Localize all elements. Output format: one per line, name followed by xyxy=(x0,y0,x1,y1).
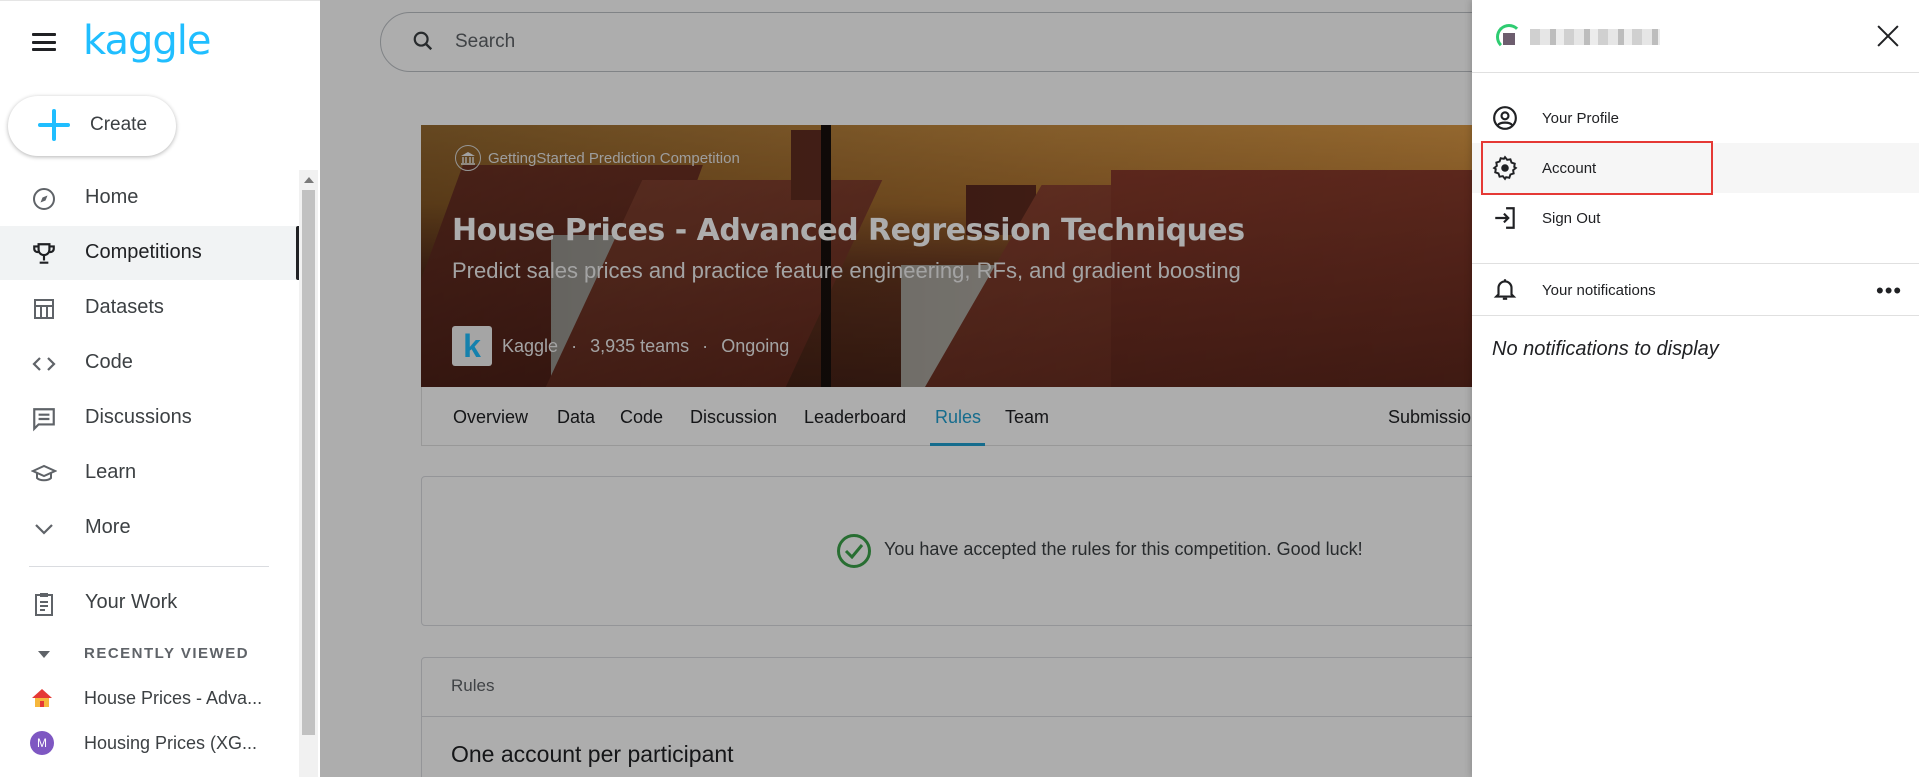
recently-viewed-heading: RECENTLY VIEWED xyxy=(84,645,250,662)
account-highlight-box xyxy=(1481,141,1713,195)
recent-item-label: Housing Prices (XG... xyxy=(84,733,258,753)
code-brackets-icon xyxy=(30,350,58,378)
graduation-cap-icon xyxy=(30,460,58,488)
sidebar-item-learn[interactable]: Learn xyxy=(0,446,300,500)
drawer-divider xyxy=(1472,315,1919,316)
menu-item-label: Sign Out xyxy=(1542,210,1601,227)
notifications-label: Your notifications xyxy=(1542,282,1656,299)
close-icon[interactable] xyxy=(1876,24,1900,48)
sidebar-item-label: Home xyxy=(85,186,139,208)
scroll-up-arrow-icon[interactable] xyxy=(304,177,314,183)
trophy-icon xyxy=(30,240,58,268)
sidebar-scroll-thumb[interactable] xyxy=(302,190,315,735)
menu-item-label: Your Profile xyxy=(1542,110,1619,127)
empty-notifications-text: No notifications to display xyxy=(1492,338,1719,360)
create-button[interactable]: Create xyxy=(8,96,176,156)
menu-item-your-profile[interactable]: Your Profile xyxy=(1472,93,1919,143)
user-circle-icon xyxy=(1492,105,1518,131)
recent-item-house-prices[interactable]: House Prices - Adva... xyxy=(0,678,300,718)
chevron-down-icon xyxy=(30,515,58,543)
hamburger-menu-icon[interactable] xyxy=(32,33,56,51)
sign-out-icon xyxy=(1492,205,1518,231)
sidebar-divider xyxy=(29,566,269,567)
clipboard-icon xyxy=(30,590,58,618)
modal-backdrop[interactable] xyxy=(320,0,1472,777)
user-avatar[interactable] xyxy=(1496,24,1522,50)
drawer-divider xyxy=(1472,263,1919,264)
compass-icon xyxy=(30,185,58,213)
sidebar-item-label: Datasets xyxy=(85,296,164,318)
sidebar-item-datasets[interactable]: Datasets xyxy=(0,281,300,335)
sidebar-item-label: Learn xyxy=(85,461,137,483)
left-sidebar: kaggle Create Home Competitions Datasets… xyxy=(0,0,320,777)
drawer-header xyxy=(1472,0,1919,73)
plus-icon xyxy=(38,109,70,141)
sidebar-item-label: More xyxy=(85,516,131,538)
kaggle-logo[interactable]: kaggle xyxy=(83,18,211,64)
chat-icon xyxy=(30,405,58,433)
more-options-icon[interactable]: ••• xyxy=(1876,280,1902,302)
sidebar-item-code[interactable]: Code xyxy=(0,336,300,390)
sidebar-item-more[interactable]: More xyxy=(0,501,300,555)
table-icon xyxy=(30,295,58,323)
sidebar-item-discussions[interactable]: Discussions xyxy=(0,391,300,445)
sidebar-item-label: Your Work xyxy=(85,591,178,613)
sidebar-item-your-work[interactable]: Your Work xyxy=(0,576,300,630)
sidebar-item-label: Code xyxy=(85,351,133,373)
recent-item-label: House Prices - Adva... xyxy=(84,688,263,708)
menu-item-sign-out[interactable]: Sign Out xyxy=(1472,193,1919,243)
caret-down-icon[interactable] xyxy=(38,651,50,658)
sidebar-item-competitions[interactable]: Competitions xyxy=(0,226,300,280)
user-name-redacted xyxy=(1530,29,1660,45)
bell-icon xyxy=(1492,276,1518,302)
create-label: Create xyxy=(90,114,148,135)
sidebar-item-label: Competitions xyxy=(85,241,202,263)
house-thumbnail-icon xyxy=(30,686,54,710)
sidebar-top-border xyxy=(0,0,320,5)
sidebar-item-home[interactable]: Home xyxy=(0,171,300,225)
recent-item-housing-prices[interactable]: M Housing Prices (XG... xyxy=(0,723,300,763)
avatar-m-icon: M xyxy=(30,731,54,755)
sidebar-item-label: Discussions xyxy=(85,406,192,428)
user-drawer: Your Profile Account Sign Out Your notif… xyxy=(1472,0,1919,777)
